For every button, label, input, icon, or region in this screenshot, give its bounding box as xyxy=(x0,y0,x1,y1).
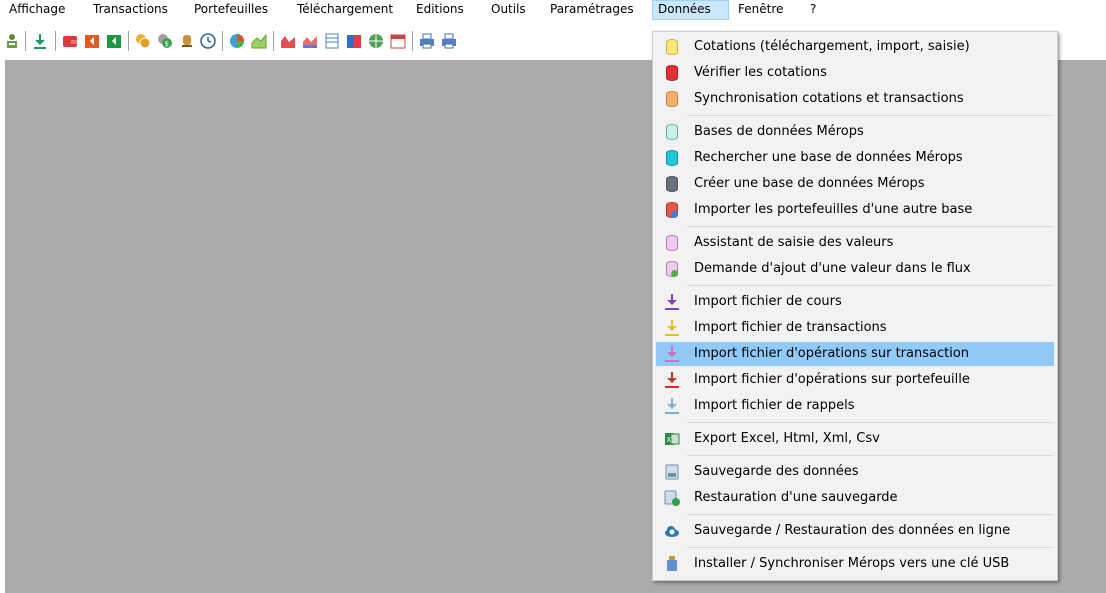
blue-download-icon xyxy=(664,398,680,414)
menu-item-demande-ajout[interactable]: Demande d'ajout d'une valeur dans le flu… xyxy=(656,257,1054,281)
menu-donnees[interactable]: Données xyxy=(652,0,729,20)
menu-item-import-operations-transaction[interactable]: Import fichier d'opérations sur transact… xyxy=(656,342,1054,366)
download-icon[interactable] xyxy=(32,33,48,49)
menu-separator xyxy=(687,285,1053,286)
red-download-icon xyxy=(664,372,680,388)
print-preview-icon[interactable] xyxy=(441,33,457,49)
menu-item-synchronisation[interactable]: Synchronisation cotations et transaction… xyxy=(656,87,1054,111)
menu-separator xyxy=(687,547,1053,548)
menu-fenetre[interactable]: Fenêtre xyxy=(733,0,788,20)
red-database-icon xyxy=(664,65,680,81)
menu-item-sauvegarde-en-ligne[interactable]: Sauvegarde / Restauration des données en… xyxy=(656,519,1054,543)
import-database-icon xyxy=(664,202,680,218)
toolbar-separator xyxy=(273,31,274,51)
menu-parametrages[interactable]: Paramétrages xyxy=(545,0,639,20)
menu-outils[interactable]: Outils xyxy=(486,0,531,20)
cyan-database-icon xyxy=(664,150,680,166)
add-database-icon xyxy=(664,261,680,277)
menu-item-rechercher-base[interactable]: Rechercher une base de données Mérops xyxy=(656,146,1054,170)
menu-item-cotations[interactable]: Cotations (téléchargement, import, saisi… xyxy=(656,35,1054,59)
menu-help[interactable]: ? xyxy=(805,0,821,20)
bell-icon[interactable] xyxy=(179,33,195,49)
yellow-database-icon xyxy=(664,39,680,55)
toolbar-separator xyxy=(412,31,413,51)
globe-icon[interactable] xyxy=(368,33,384,49)
svg-text:$: $ xyxy=(165,40,169,48)
excel-export-icon: X xyxy=(664,431,680,447)
area-chart-icon[interactable] xyxy=(251,33,267,49)
menu-item-import-transactions[interactable]: Import fichier de transactions xyxy=(656,316,1054,340)
table-icon[interactable] xyxy=(324,33,340,49)
dollar-coins-icon[interactable]: $ xyxy=(157,33,173,49)
menu-item-import-rappels[interactable]: Import fichier de rappels xyxy=(656,394,1054,418)
usb-key-icon xyxy=(664,556,680,572)
user-icon[interactable] xyxy=(4,33,20,49)
yellow-download-icon xyxy=(664,320,680,336)
menu-bar: Affichage Transactions Portefeuilles Tél… xyxy=(0,0,1106,20)
menu-affichage[interactable]: Affichage xyxy=(4,0,70,20)
menu-item-importer-portefeuilles[interactable]: Importer les portefeuilles d'une autre b… xyxy=(656,198,1054,222)
toolbar-separator xyxy=(25,31,26,51)
toolbar-separator xyxy=(128,31,129,51)
light-teal-database-icon xyxy=(664,124,680,140)
menu-separator xyxy=(687,115,1053,116)
pink-database-icon xyxy=(664,235,680,251)
menu-item-import-cours[interactable]: Import fichier de cours xyxy=(656,290,1054,314)
clock-icon[interactable] xyxy=(200,33,216,49)
menu-separator xyxy=(687,422,1053,423)
orange-database-icon xyxy=(664,91,680,107)
toolbar: $ xyxy=(0,28,680,58)
menu-item-restauration[interactable]: Restauration d'une sauvegarde xyxy=(656,486,1054,510)
cloud-backup-icon xyxy=(664,523,680,539)
coins-icon[interactable] xyxy=(135,33,151,49)
menu-portefeuilles[interactable]: Portefeuilles xyxy=(189,0,273,20)
menu-item-installer-usb[interactable]: Installer / Synchroniser Mérops vers une… xyxy=(656,552,1054,576)
menu-separator xyxy=(687,514,1053,515)
menu-item-export[interactable]: X Export Excel, Html, Xml, Csv xyxy=(656,427,1054,451)
line-chart-icon[interactable] xyxy=(302,33,318,49)
menu-item-sauvegarde[interactable]: Sauvegarde des données xyxy=(656,460,1054,484)
green-wallet-icon[interactable] xyxy=(106,33,122,49)
menu-separator xyxy=(687,226,1053,227)
menu-item-bases-donnees[interactable]: Bases de données Mérops xyxy=(656,120,1054,144)
menu-telechargement[interactable]: Téléchargement xyxy=(292,0,398,20)
menu-transactions[interactable]: Transactions xyxy=(88,0,173,20)
orange-wallet-icon[interactable] xyxy=(84,33,100,49)
print-icon[interactable] xyxy=(419,33,435,49)
red-chart-icon[interactable] xyxy=(280,33,296,49)
restore-backup-icon xyxy=(664,490,680,506)
svg-text:X: X xyxy=(667,436,672,444)
menu-item-verifier-cotations[interactable]: Vérifier les cotations xyxy=(656,61,1054,85)
menu-separator xyxy=(687,455,1053,456)
gray-database-icon xyxy=(664,176,680,192)
menu-item-creer-base[interactable]: Créer une base de données Mérops xyxy=(656,172,1054,196)
calendar-icon[interactable] xyxy=(390,33,406,49)
purple-download-icon xyxy=(664,294,680,310)
menu-editions[interactable]: Editions xyxy=(411,0,469,20)
wallet-icon[interactable] xyxy=(62,33,78,49)
donnees-dropdown-menu: Cotations (téléchargement, import, saisi… xyxy=(652,31,1058,581)
pink-download-icon xyxy=(664,346,680,362)
menu-item-import-operations-portefeuille[interactable]: Import fichier d'opérations sur portefeu… xyxy=(656,368,1054,392)
toolbar-separator xyxy=(55,31,56,51)
toolbar-separator xyxy=(222,31,223,51)
save-data-icon xyxy=(664,464,680,480)
pie-chart-icon[interactable] xyxy=(229,33,245,49)
bar-chart-icon[interactable] xyxy=(346,33,362,49)
menu-item-assistant-saisie[interactable]: Assistant de saisie des valeurs xyxy=(656,231,1054,255)
